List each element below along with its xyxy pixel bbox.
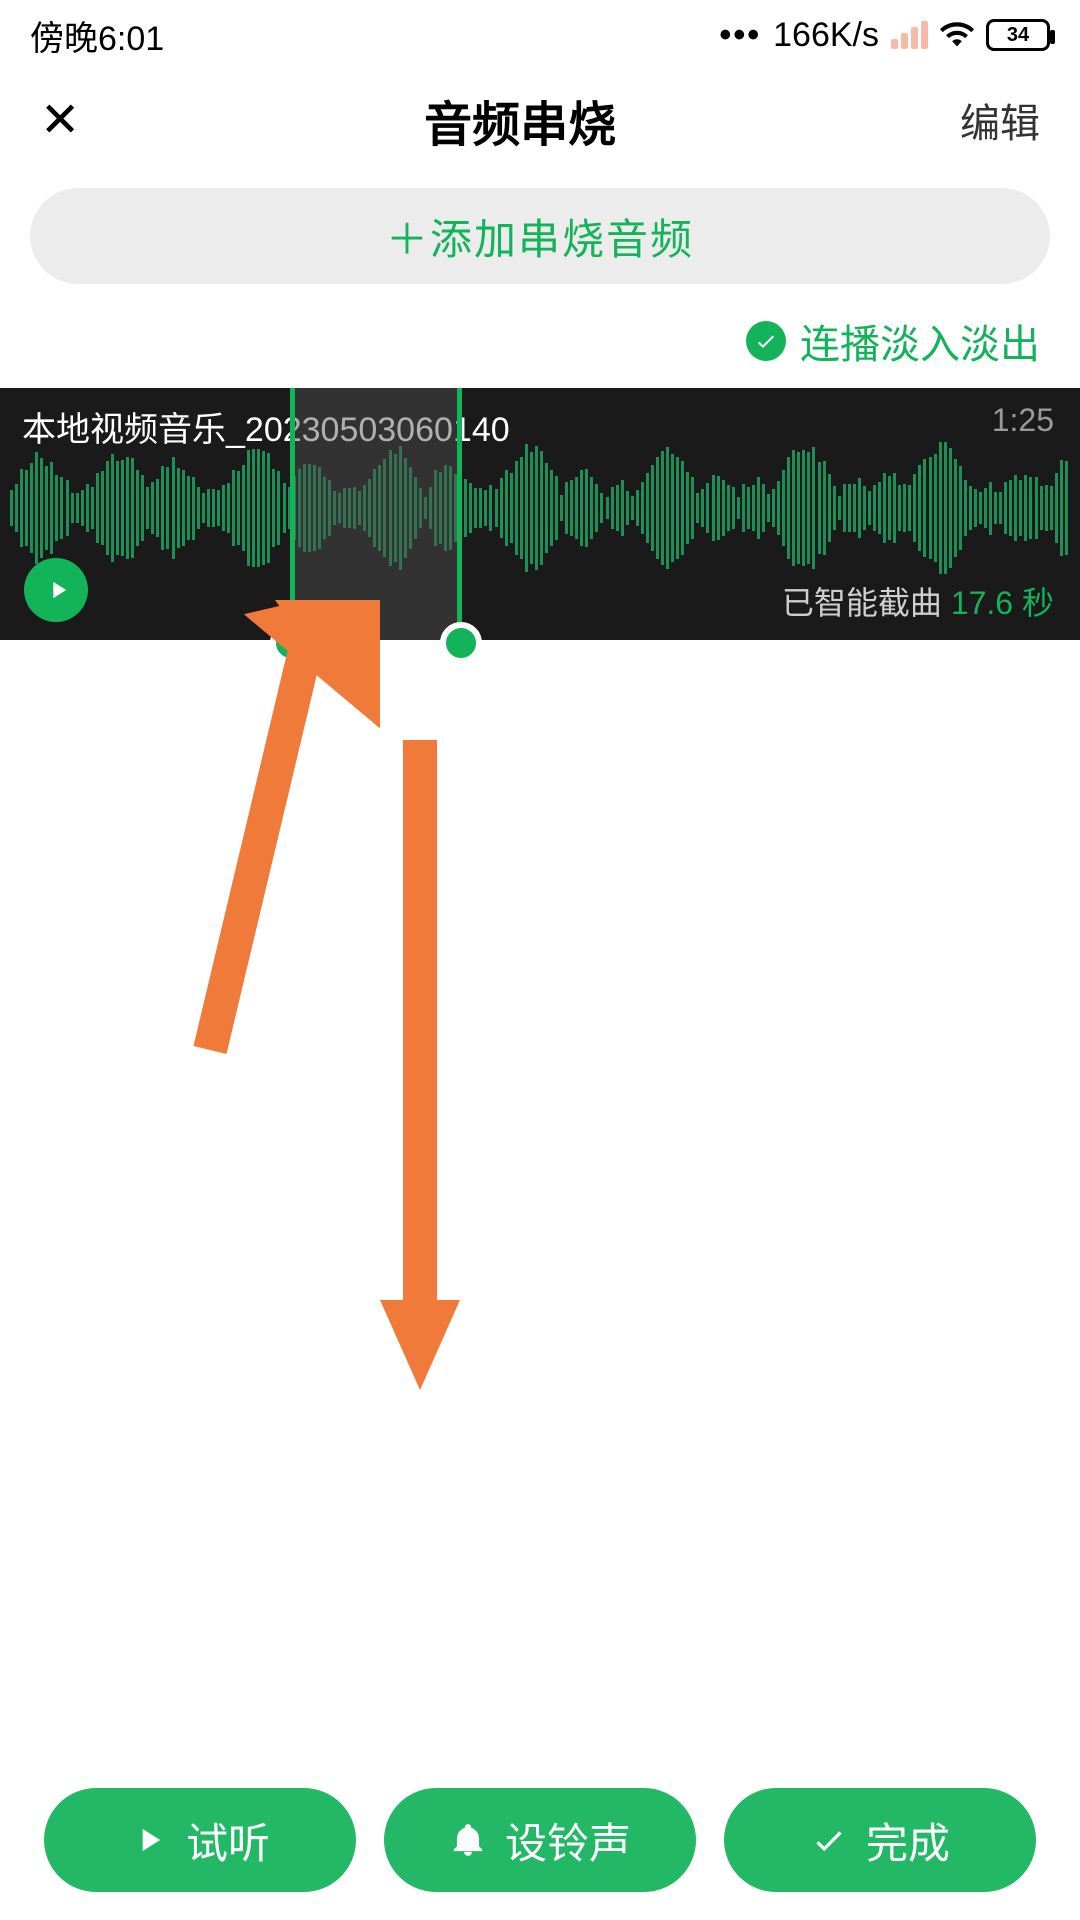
status-right: ••• 166K/s 34 — [719, 16, 1050, 55]
play-button[interactable] — [24, 558, 88, 622]
annotation-arrow-2 — [330, 720, 510, 1400]
trim-seconds: 17.6 秒 — [951, 585, 1054, 621]
wifi-icon — [940, 18, 974, 52]
trim-selection[interactable] — [290, 388, 462, 640]
done-label: 完成 — [866, 1810, 950, 1871]
play-icon — [130, 1821, 168, 1859]
add-audio-button[interactable]: ＋添加串烧音频 — [30, 188, 1050, 284]
trim-handle-right[interactable] — [440, 622, 482, 664]
annotation-arrow-1 — [180, 600, 380, 1060]
check-circle-icon — [746, 321, 786, 361]
page-title: 音频串烧 — [424, 85, 616, 155]
audio-panel: 本地视频音乐_20230503060140 1:25 已智能截曲 17.6 秒 — [0, 388, 1080, 640]
fade-option-row[interactable]: 连播淡入淡出 — [0, 284, 1080, 388]
smart-trim-label: 已智能截曲 17.6 秒 — [782, 578, 1054, 624]
track-duration: 1:25 — [992, 402, 1054, 439]
set-ringtone-label: 设铃声 — [505, 1810, 631, 1871]
signal-icon — [891, 21, 928, 49]
battery-level: 34 — [1007, 24, 1029, 47]
check-icon — [810, 1821, 848, 1859]
done-button[interactable]: 完成 — [724, 1788, 1036, 1892]
battery-icon: 34 — [986, 19, 1050, 51]
add-audio-label: ＋添加串烧音频 — [386, 206, 694, 267]
bell-icon — [449, 1821, 487, 1859]
preview-button[interactable]: 试听 — [44, 1788, 356, 1892]
preview-label: 试听 — [186, 1810, 270, 1871]
status-bar: 傍晚6:01 ••• 166K/s 34 — [0, 0, 1080, 70]
status-net-speed: 166K/s — [773, 16, 879, 55]
header: ✕ 音频串烧 编辑 — [0, 70, 1080, 170]
status-time: 傍晚6:01 — [30, 11, 164, 60]
fade-option-label: 连播淡入淡出 — [800, 312, 1040, 370]
status-more-icon: ••• — [719, 16, 761, 55]
set-ringtone-button[interactable]: 设铃声 — [384, 1788, 696, 1892]
trim-prefix: 已智能截曲 — [782, 585, 951, 621]
close-icon[interactable]: ✕ — [40, 92, 80, 148]
edit-button[interactable]: 编辑 — [960, 91, 1040, 149]
play-icon — [44, 576, 72, 604]
waveform[interactable] — [10, 448, 1070, 568]
bottom-bar: 试听 设铃声 完成 — [0, 1788, 1080, 1892]
trim-handle-left[interactable] — [270, 622, 312, 664]
